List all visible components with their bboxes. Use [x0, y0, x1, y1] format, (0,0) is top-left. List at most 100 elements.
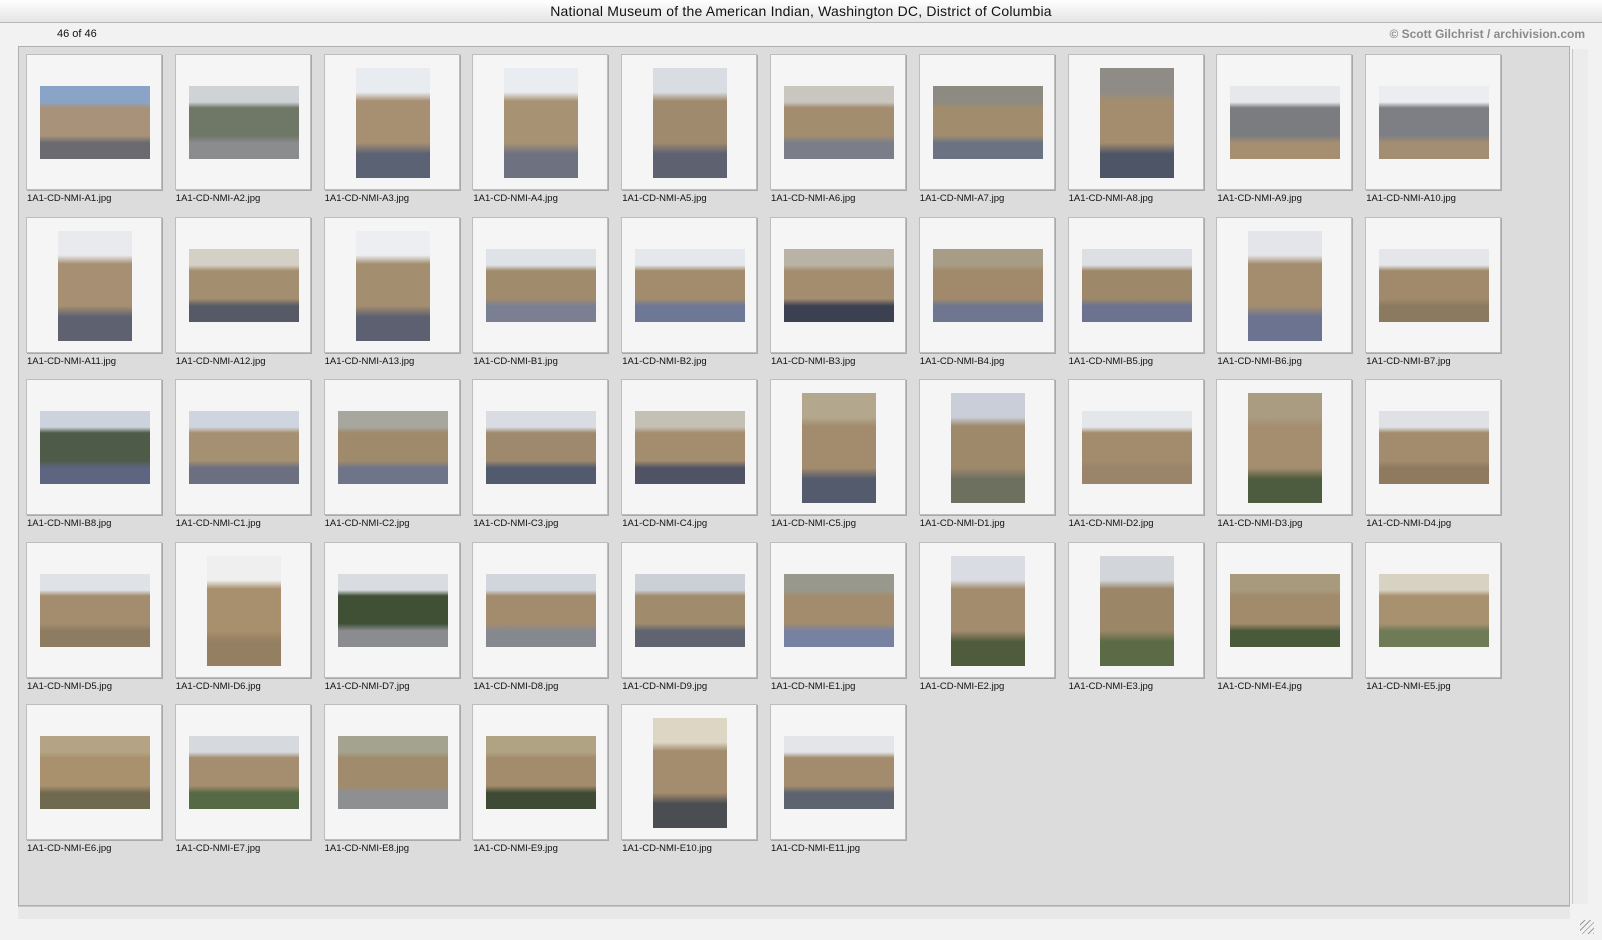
- thumbnail-item[interactable]: 1A1-CD-NMI-A5.jpg: [621, 54, 759, 205]
- thumbnail-image[interactable]: [1081, 248, 1192, 322]
- thumbnail-item[interactable]: 1A1-CD-NMI-E8.jpg: [323, 704, 462, 855]
- thumbnail-item[interactable]: 1A1-CD-NMI-D2.jpg: [1067, 379, 1206, 530]
- thumbnail-frame[interactable]: [770, 704, 906, 840]
- thumbnail-image[interactable]: [1379, 248, 1490, 322]
- thumbnail-item[interactable]: 1A1-CD-NMI-D5.jpg: [26, 541, 164, 693]
- thumbnail-image[interactable]: [950, 555, 1025, 666]
- thumbnail-item[interactable]: 1A1-CD-NMI-B7.jpg: [1365, 216, 1503, 368]
- thumbnail-frame[interactable]: [26, 379, 162, 515]
- thumbnail-image[interactable]: [784, 573, 894, 647]
- thumbnail-image[interactable]: [188, 736, 299, 809]
- thumbnail-frame[interactable]: [472, 54, 609, 190]
- thumbnail-image[interactable]: [355, 230, 430, 341]
- thumbnail-frame[interactable]: [1067, 379, 1204, 515]
- thumbnail-image[interactable]: [486, 736, 597, 809]
- thumbnail-image[interactable]: [1379, 86, 1490, 159]
- thumbnail-item[interactable]: 1A1-CD-NMI-A11.jpg: [26, 216, 164, 368]
- thumbnail-frame[interactable]: [770, 54, 906, 190]
- thumbnail-image[interactable]: [1230, 573, 1341, 647]
- thumbnail-frame[interactable]: [1216, 379, 1353, 515]
- thumbnail-frame[interactable]: [918, 541, 1055, 678]
- thumbnail-item[interactable]: 1A1-CD-NMI-B1.jpg: [472, 216, 610, 368]
- thumbnail-image[interactable]: [1248, 230, 1323, 341]
- thumbnail-item[interactable]: 1A1-CD-NMI-B5.jpg: [1067, 216, 1206, 368]
- thumbnail-image[interactable]: [486, 411, 597, 484]
- thumbnail-image[interactable]: [40, 573, 150, 647]
- thumbnail-item[interactable]: 1A1-CD-NMI-A3.jpg: [323, 54, 462, 205]
- thumbnail-item[interactable]: 1A1-CD-NMI-E5.jpg: [1365, 541, 1503, 693]
- thumbnail-item[interactable]: 1A1-CD-NMI-E9.jpg: [472, 704, 610, 855]
- thumbnail-image[interactable]: [1248, 393, 1323, 503]
- thumbnail-frame[interactable]: [621, 379, 758, 515]
- thumbnail-image[interactable]: [1379, 573, 1490, 647]
- thumbnail-item[interactable]: 1A1-CD-NMI-A12.jpg: [174, 216, 313, 368]
- thumbnail-frame[interactable]: [323, 379, 460, 515]
- thumbnail-item[interactable]: 1A1-CD-NMI-B6.jpg: [1216, 216, 1354, 368]
- thumbnail-item[interactable]: 1A1-CD-NMI-D1.jpg: [918, 379, 1057, 530]
- thumbnail-image[interactable]: [1230, 86, 1341, 159]
- thumbnail-frame[interactable]: [174, 216, 311, 353]
- thumbnail-frame[interactable]: [174, 541, 311, 678]
- thumbnail-item[interactable]: 1A1-CD-NMI-A2.jpg: [174, 54, 313, 205]
- thumbnail-frame[interactable]: [26, 704, 162, 840]
- thumbnail-image[interactable]: [784, 86, 894, 159]
- thumbnail-image[interactable]: [188, 86, 299, 159]
- thumbnail-item[interactable]: 1A1-CD-NMI-B4.jpg: [918, 216, 1057, 368]
- thumbnail-frame[interactable]: [770, 216, 906, 353]
- thumbnail-frame[interactable]: [918, 379, 1055, 515]
- thumbnail-image[interactable]: [1099, 555, 1174, 666]
- thumbnail-frame[interactable]: [174, 54, 311, 190]
- thumbnail-image[interactable]: [486, 573, 597, 647]
- thumbnail-item[interactable]: 1A1-CD-NMI-E11.jpg: [770, 704, 908, 855]
- vertical-scrollbar[interactable]: [1572, 49, 1588, 904]
- thumbnail-frame[interactable]: [472, 704, 609, 840]
- thumbnail-image[interactable]: [653, 718, 728, 828]
- thumbnail-item[interactable]: 1A1-CD-NMI-D4.jpg: [1365, 379, 1503, 530]
- thumbnail-frame[interactable]: [323, 541, 460, 678]
- thumbnail-item[interactable]: 1A1-CD-NMI-E2.jpg: [918, 541, 1057, 693]
- thumbnail-frame[interactable]: [323, 216, 460, 353]
- thumbnail-image[interactable]: [337, 411, 448, 484]
- thumbnail-frame[interactable]: [174, 704, 311, 840]
- thumbnail-item[interactable]: 1A1-CD-NMI-E6.jpg: [26, 704, 164, 855]
- thumbnail-item[interactable]: 1A1-CD-NMI-D7.jpg: [323, 541, 462, 693]
- thumbnail-frame[interactable]: [621, 541, 758, 678]
- thumbnail-image[interactable]: [635, 248, 746, 322]
- thumbnail-image[interactable]: [1081, 411, 1192, 484]
- thumbnail-item[interactable]: 1A1-CD-NMI-A13.jpg: [323, 216, 462, 368]
- thumbnail-frame[interactable]: [1067, 216, 1204, 353]
- thumbnail-frame[interactable]: [174, 379, 311, 515]
- thumbnail-item[interactable]: 1A1-CD-NMI-A7.jpg: [918, 54, 1057, 205]
- thumbnail-image[interactable]: [802, 393, 876, 503]
- thumbnail-frame[interactable]: [621, 54, 758, 190]
- thumbnail-item[interactable]: 1A1-CD-NMI-C2.jpg: [323, 379, 462, 530]
- thumbnail-item[interactable]: 1A1-CD-NMI-B8.jpg: [26, 379, 164, 530]
- thumbnail-item[interactable]: 1A1-CD-NMI-E4.jpg: [1216, 541, 1354, 693]
- thumbnail-item[interactable]: 1A1-CD-NMI-B2.jpg: [621, 216, 759, 368]
- thumbnail-frame[interactable]: [1067, 54, 1204, 190]
- thumbnail-image[interactable]: [950, 393, 1025, 503]
- thumbnail-frame[interactable]: [1365, 216, 1502, 353]
- thumbnail-frame[interactable]: [1067, 541, 1204, 678]
- thumbnail-image[interactable]: [355, 68, 430, 178]
- thumbnail-image[interactable]: [932, 86, 1043, 159]
- thumbnail-image[interactable]: [188, 411, 299, 484]
- thumbnail-item[interactable]: 1A1-CD-NMI-E7.jpg: [174, 704, 313, 855]
- thumbnail-frame[interactable]: [770, 541, 906, 678]
- thumbnail-frame[interactable]: [1216, 541, 1353, 678]
- thumbnail-item[interactable]: 1A1-CD-NMI-E1.jpg: [770, 541, 908, 693]
- thumbnail-item[interactable]: 1A1-CD-NMI-E3.jpg: [1067, 541, 1206, 693]
- thumbnail-image[interactable]: [635, 411, 746, 484]
- thumbnail-item[interactable]: 1A1-CD-NMI-C4.jpg: [621, 379, 759, 530]
- thumbnail-frame[interactable]: [770, 379, 906, 515]
- thumbnail-frame[interactable]: [472, 541, 609, 678]
- thumbnail-image[interactable]: [932, 248, 1043, 322]
- thumbnail-grid[interactable]: 1A1-CD-NMI-A1.jpg 1A1-CD-NMI-A2.jpg 1A1-CD…: [18, 46, 1570, 906]
- thumbnail-image[interactable]: [635, 573, 746, 647]
- thumbnail-item[interactable]: 1A1-CD-NMI-D8.jpg: [472, 541, 610, 693]
- thumbnail-frame[interactable]: [472, 379, 609, 515]
- thumbnail-image[interactable]: [40, 411, 150, 484]
- thumbnail-image[interactable]: [337, 573, 448, 647]
- thumbnail-item[interactable]: 1A1-CD-NMI-C3.jpg: [472, 379, 610, 530]
- thumbnail-image[interactable]: [337, 736, 448, 809]
